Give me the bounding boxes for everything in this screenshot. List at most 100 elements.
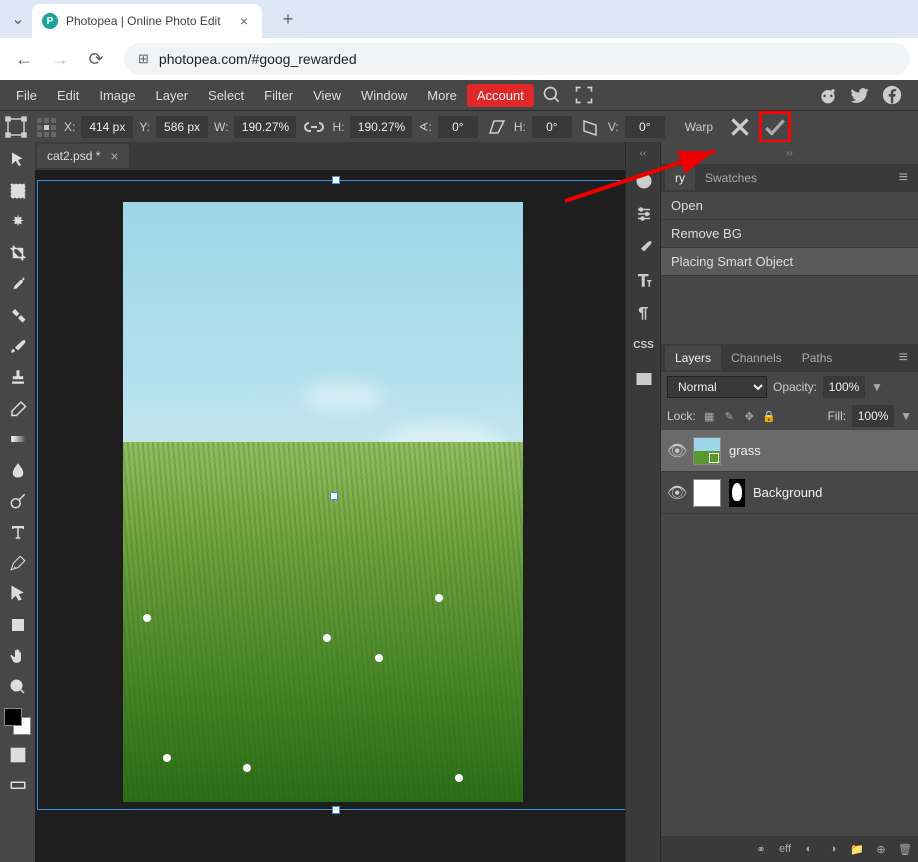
swatches-tab[interactable]: Swatches [695,166,767,190]
layer-name[interactable]: Background [753,485,822,500]
fill-dropdown-icon[interactable]: ▼ [900,409,912,423]
twitter-icon[interactable] [850,85,870,105]
reference-point-icon[interactable] [34,115,58,139]
layer-visibility-icon[interactable]: 👁 [667,483,685,503]
y-input[interactable] [156,116,208,138]
new-tab-button[interactable]: + [274,5,302,33]
css-icon[interactable]: CSS [626,329,661,362]
shape-tool[interactable] [0,609,35,640]
layer-mask-icon[interactable]: ◐ [802,843,816,855]
lock-all-icon[interactable]: 🔒 [762,409,777,424]
layer-row[interactable]: 👁 grass [661,430,918,472]
history-item[interactable]: Open [661,192,918,220]
tab-close-button[interactable]: × [236,13,252,29]
menu-more[interactable]: More [417,83,467,108]
panel-menu-icon[interactable]: ≡ [893,169,914,187]
opacity-input[interactable] [823,376,865,398]
menu-layer[interactable]: Layer [146,83,199,108]
confirm-transform-button[interactable] [759,111,791,143]
screenmode-tool[interactable] [0,770,35,801]
warp-button[interactable]: Warp [685,120,713,134]
layer-thumbnail[interactable] [693,437,721,465]
paragraph-icon[interactable] [626,296,661,329]
fullscreen-icon[interactable] [574,85,594,105]
lock-position-icon[interactable]: ✥ [742,409,757,424]
transform-handle-center[interactable] [330,492,338,500]
heal-tool[interactable] [0,299,35,330]
layer-row[interactable]: 👁 Background [661,472,918,514]
eyedropper-tool[interactable] [0,268,35,299]
link-layers-icon[interactable]: ⚭ [754,843,768,856]
paths-tab[interactable]: Paths [792,346,843,370]
file-tab[interactable]: cat2.psd * × [37,144,129,168]
layer-visibility-icon[interactable]: 👁 [667,441,685,461]
stamp-tool[interactable] [0,361,35,392]
menu-select[interactable]: Select [198,83,254,108]
w-input[interactable] [234,116,296,138]
type-tool[interactable] [0,516,35,547]
reload-button[interactable]: ⟳ [80,43,112,75]
link-icon[interactable] [302,115,326,139]
menu-account[interactable]: Account [467,84,534,107]
info-icon[interactable] [626,164,661,197]
layers-menu-icon[interactable]: ≡ [893,349,914,367]
skew-v-input[interactable] [625,116,665,138]
channels-tab[interactable]: Channels [721,346,792,370]
h-input[interactable] [350,116,412,138]
transform-handle-top[interactable] [332,176,340,184]
hand-tool[interactable] [0,640,35,671]
tab-dropdown[interactable]: ⌄ [4,5,32,33]
canvas-viewport[interactable] [35,170,625,862]
menu-file[interactable]: File [6,83,47,108]
skew-h-input[interactable] [532,116,572,138]
blend-mode-select[interactable]: Normal [667,376,767,398]
menu-window[interactable]: Window [351,83,417,108]
layer-name[interactable]: grass [729,443,761,458]
adjustment-layer-icon[interactable]: ◑ [826,843,840,855]
x-input[interactable] [81,116,133,138]
delete-layer-icon[interactable]: 🗑 [898,843,912,856]
new-layer-icon[interactable]: ⊕ [874,843,888,856]
layer-effects-icon[interactable]: eff [778,843,792,855]
menu-filter[interactable]: Filter [254,83,303,108]
back-button[interactable]: ← [8,43,40,75]
path-select-tool[interactable] [0,578,35,609]
menu-edit[interactable]: Edit [47,83,89,108]
menu-view[interactable]: View [303,83,351,108]
dodge-tool[interactable] [0,485,35,516]
panel-minimize[interactable]: ›› [661,142,918,164]
forward-button[interactable]: → [44,43,76,75]
file-tab-close[interactable]: × [110,148,118,164]
history-tab[interactable]: ry [665,166,695,190]
pen-tool[interactable] [0,547,35,578]
eraser-tool[interactable] [0,392,35,423]
fill-input[interactable] [852,405,894,427]
transform-handle-bottom[interactable] [332,806,340,814]
crop-tool[interactable] [0,237,35,268]
adjustments-icon[interactable] [626,197,661,230]
brush-options-icon[interactable] [626,230,661,263]
blur-tool[interactable] [0,454,35,485]
reddit-icon[interactable] [818,85,838,105]
lock-pixels-icon[interactable]: ✎ [722,409,737,424]
facebook-icon[interactable] [882,85,902,105]
layer-thumbnail[interactable] [693,479,721,507]
zoom-tool[interactable] [0,671,35,702]
move-tool[interactable] [0,144,35,175]
character-icon[interactable] [626,263,661,296]
opacity-dropdown-icon[interactable]: ▼ [871,380,883,394]
browser-tab[interactable]: P Photopea | Online Photo Edit × [32,4,262,38]
transform-icon[interactable] [4,115,28,139]
layers-tab[interactable]: Layers [665,346,721,370]
gradient-tool[interactable] [0,423,35,454]
layer-mask-thumbnail[interactable] [729,479,745,507]
strip-collapse[interactable]: ‹‹ [626,142,660,164]
quickmask-tool[interactable] [0,739,35,770]
brush-tool[interactable] [0,330,35,361]
new-folder-icon[interactable]: 📁 [850,843,864,856]
lock-transparent-icon[interactable]: ▦ [702,409,717,424]
wand-tool[interactable] [0,206,35,237]
site-settings-icon[interactable]: ⊞ [138,51,149,67]
angle-input[interactable] [438,116,478,138]
color-swatches[interactable] [0,704,35,739]
